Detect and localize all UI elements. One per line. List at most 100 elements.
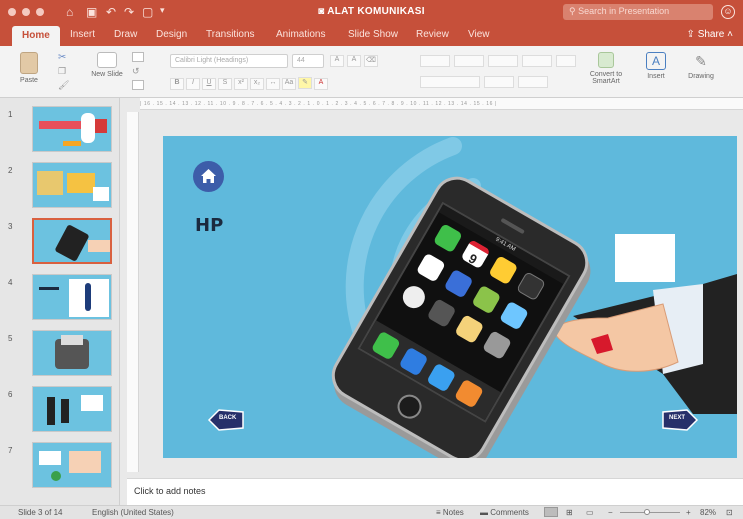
calendar-app-icon: 9 xyxy=(460,239,491,270)
messages-app-icon xyxy=(432,223,463,254)
normal-view-icon[interactable] xyxy=(544,507,558,517)
cut-icon[interactable]: ✂ xyxy=(58,52,66,63)
status-bar: Slide 3 of 14 English (United States) ≡ … xyxy=(0,505,743,519)
slide-sorter-icon[interactable]: ⊞ xyxy=(566,508,573,517)
home-icon xyxy=(201,169,216,183)
font-color-icon[interactable]: A xyxy=(314,78,328,90)
notes-field[interactable]: Click to add notes xyxy=(127,478,743,505)
clock-app-icon xyxy=(398,282,429,313)
insert-button[interactable]: A Insert xyxy=(638,52,674,80)
line-spacing-icon[interactable] xyxy=(522,55,552,67)
new-slide-button[interactable]: New Slide xyxy=(90,52,124,78)
thumbnail-number: 6 xyxy=(8,390,13,399)
font-size-select[interactable]: 44 xyxy=(292,54,324,68)
presentation-file-icon: ◙ xyxy=(318,6,328,17)
reading-view-icon[interactable]: ▭ xyxy=(586,508,594,517)
comments-button[interactable]: ▬ Comments xyxy=(480,508,529,517)
paste-button[interactable]: Paste xyxy=(14,52,44,84)
format-painter-icon[interactable]: 🖌 xyxy=(58,80,69,91)
clipboard-icon xyxy=(20,52,38,74)
tab-draw[interactable]: Draw xyxy=(114,29,137,40)
tab-transitions[interactable]: Transitions xyxy=(206,29,255,40)
next-button[interactable]: NEXT xyxy=(661,408,699,432)
slide-thumbnail-4[interactable] xyxy=(32,274,112,320)
clear-format-icon[interactable]: ⌫ xyxy=(364,55,378,67)
title-bar: ⌂ ▣ ↶ ↷ ▢ ▾ ◙ ALAT KOMUNIKASI ⚲ Search i… xyxy=(0,0,743,24)
vertical-ruler xyxy=(127,112,139,472)
zoom-out-button[interactable]: − xyxy=(608,508,613,517)
slide-title: HP xyxy=(195,215,224,236)
slide-thumbnail-pane[interactable]: 1 2 3 4 5 6 7 xyxy=(0,98,120,505)
thumbnail-number: 1 xyxy=(8,110,13,119)
zoom-in-button[interactable]: + xyxy=(686,508,691,517)
home-button[interactable] xyxy=(193,161,224,192)
tab-slide-show[interactable]: Slide Show xyxy=(348,29,398,40)
back-button[interactable]: BACK xyxy=(207,408,245,432)
zoom-slider[interactable] xyxy=(620,512,680,513)
zoom-slider-thumb[interactable] xyxy=(644,509,650,515)
comments-icon: ▬ xyxy=(480,508,491,517)
ribbon-home: Paste ✂ ❐ 🖌 New Slide ↺ Calibri Light (H… xyxy=(0,46,743,98)
section-icon[interactable] xyxy=(132,80,144,90)
maps-app-icon xyxy=(471,284,502,315)
notes-icon: ≡ xyxy=(436,508,443,517)
drawing-icon: ✎ xyxy=(695,53,707,69)
thumbnail-number: 7 xyxy=(8,446,13,455)
decrease-font-icon[interactable]: A xyxy=(347,55,361,67)
tab-animations[interactable]: Animations xyxy=(276,29,325,40)
convert-smartart-button[interactable]: Convert to SmartArt xyxy=(582,52,630,85)
copy-icon[interactable]: ❐ xyxy=(58,66,66,77)
fit-to-window-icon[interactable]: ⊡ xyxy=(726,508,733,517)
tab-home[interactable]: Home xyxy=(12,26,60,46)
superscript-icon[interactable]: x² xyxy=(234,78,248,90)
zoom-level[interactable]: 82% xyxy=(700,508,716,517)
strikethrough-icon[interactable]: S xyxy=(218,78,232,90)
tab-view[interactable]: View xyxy=(468,29,490,40)
alignment-icon[interactable] xyxy=(420,76,480,88)
font-format-row: B I U Sx² x₂ ↔ Aa ✎ A xyxy=(170,76,330,90)
notes-toggle-button[interactable]: ≡ Notes xyxy=(436,508,464,517)
new-slide-icon xyxy=(97,52,117,68)
slide-thumbnail-3[interactable] xyxy=(32,218,112,264)
numbering-icon[interactable] xyxy=(454,55,484,67)
slide-thumbnail-1[interactable] xyxy=(32,106,112,152)
columns-icon[interactable] xyxy=(556,55,576,67)
slide-canvas[interactable]: HP 9:41 AM 9 BACK NEXT xyxy=(163,136,737,458)
youtube-app-icon xyxy=(415,252,446,283)
bold-icon[interactable]: B xyxy=(170,78,184,90)
bullets-icon[interactable] xyxy=(420,55,450,67)
smartart-icon xyxy=(598,52,614,68)
slide-thumbnail-2[interactable] xyxy=(32,162,112,208)
increase-font-icon[interactable]: A xyxy=(330,55,344,67)
align-text-icon[interactable] xyxy=(518,76,548,88)
highlight-icon[interactable]: ✎ xyxy=(298,77,312,89)
feedback-smiley-icon[interactable]: ☺ xyxy=(721,5,735,19)
font-name-select[interactable]: Calibri Light (Headings) xyxy=(170,54,288,68)
subscript-icon[interactable]: x₂ xyxy=(250,78,264,90)
tab-insert[interactable]: Insert xyxy=(70,29,95,40)
calculator-app-icon xyxy=(426,298,457,329)
drawing-button[interactable]: ✎ Drawing xyxy=(680,52,722,80)
language-indicator[interactable]: English (United States) xyxy=(92,508,174,517)
share-icon: ⇪ xyxy=(686,29,698,40)
tab-design[interactable]: Design xyxy=(156,29,187,40)
text-direction-icon[interactable] xyxy=(484,76,514,88)
italic-icon[interactable]: I xyxy=(186,78,200,90)
slide-thumbnail-6[interactable] xyxy=(32,386,112,432)
share-button[interactable]: ⇪ Share ˄ xyxy=(687,29,733,40)
horizontal-ruler: | 16 . 15 . 14 . 13 . 12 . 11 . 10 . 9 .… xyxy=(140,98,743,110)
layout-icon[interactable] xyxy=(132,52,144,62)
underline-icon[interactable]: U xyxy=(202,78,216,90)
search-input[interactable]: ⚲ Search in Presentation xyxy=(563,4,713,20)
char-spacing-icon[interactable]: ↔ xyxy=(266,78,280,90)
indent-icon[interactable] xyxy=(488,55,518,67)
tab-review[interactable]: Review xyxy=(416,29,449,40)
stocks-app-icon xyxy=(443,268,474,299)
slide-thumbnail-7[interactable] xyxy=(32,442,112,488)
change-case-icon[interactable]: Aa xyxy=(282,78,296,90)
thumbnail-number: 3 xyxy=(8,222,13,231)
camera-app-icon xyxy=(515,271,547,302)
reset-icon[interactable]: ↺ xyxy=(132,66,140,77)
search-icon: ⚲ xyxy=(569,6,579,16)
slide-thumbnail-5[interactable] xyxy=(32,330,112,376)
